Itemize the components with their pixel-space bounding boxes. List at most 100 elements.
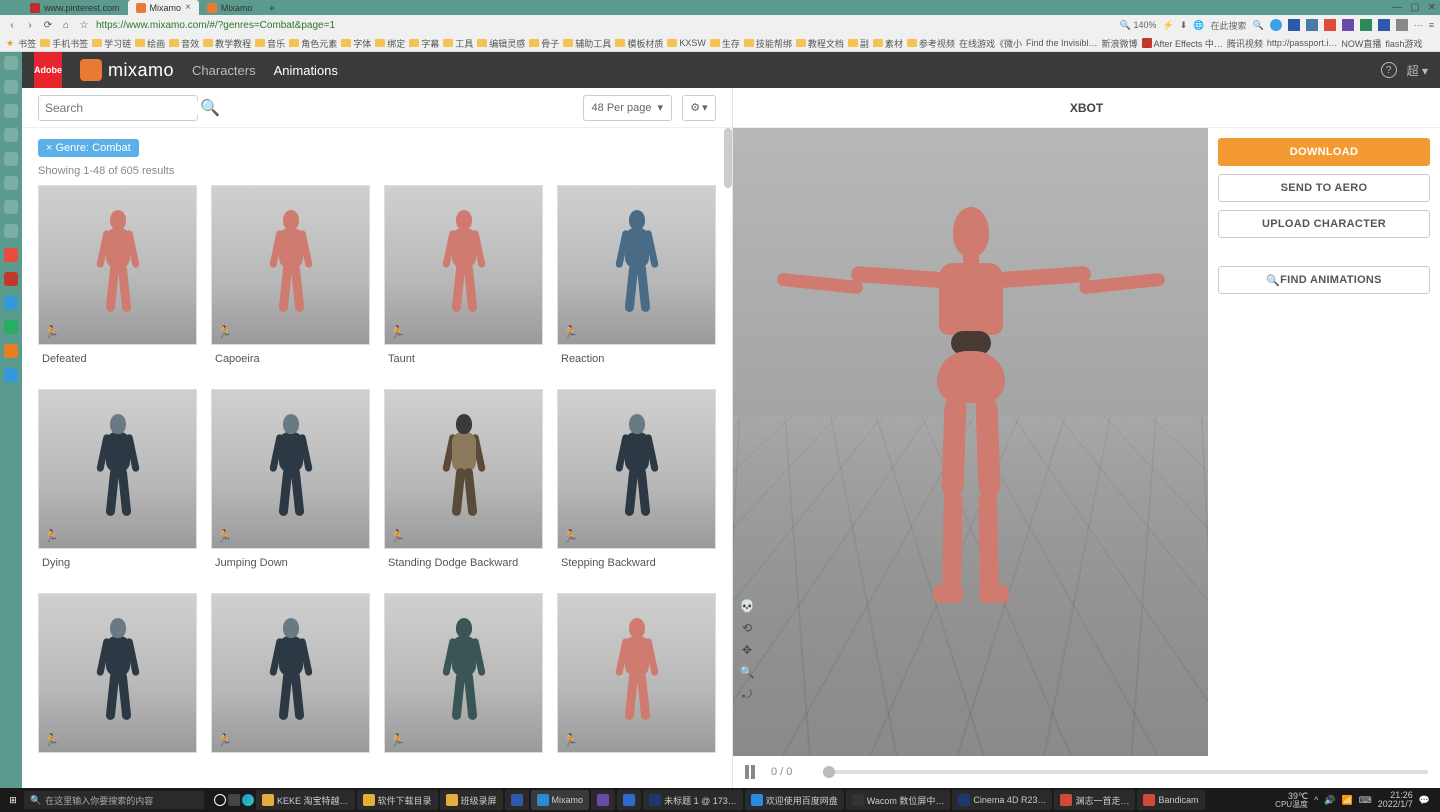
close-icon[interactable]: × <box>185 2 191 13</box>
url-text[interactable]: https://www.mixamo.com/#/?genres=Combat&… <box>96 20 335 31</box>
search-field[interactable] <box>45 101 200 115</box>
sidebar-icon[interactable] <box>4 104 18 118</box>
card-thumbnail[interactable] <box>38 593 197 753</box>
reset-icon[interactable]: ⤾ <box>739 686 755 702</box>
favorite-icon[interactable]: ☆ <box>78 19 90 31</box>
ext-icon[interactable] <box>1324 19 1336 31</box>
sidebar-icon[interactable] <box>4 344 18 358</box>
more-icon[interactable]: ⋯ <box>1414 20 1423 31</box>
bookmark-item[interactable]: 编辑灵感 <box>477 37 525 50</box>
pan-icon[interactable]: ✥ <box>739 642 755 658</box>
animation-card[interactable]: Dying <box>38 389 197 579</box>
per-page-select[interactable]: 48 Per page▾ <box>583 95 672 121</box>
bookmark-item[interactable]: 模板材质 <box>615 37 663 50</box>
taskbar-item[interactable]: Mixamo <box>531 790 590 810</box>
bookmark-star-icon[interactable]: ★ <box>6 38 14 49</box>
taskbar-item[interactable]: Wacom 数位屏中… <box>846 790 951 810</box>
tray-icon[interactable]: 🔊 <box>1324 795 1335 806</box>
search-icon[interactable]: 🔍 <box>200 98 220 118</box>
tray-icon[interactable]: ⌨ <box>1359 795 1372 806</box>
browser-tab[interactable]: www.pinterest.com <box>22 0 128 15</box>
home-icon[interactable]: ⌂ <box>60 19 72 31</box>
taskbar-search[interactable]: 🔍 在这里输入你要搜索的内容 <box>24 791 204 809</box>
bookmark-item[interactable]: 骨子 <box>529 37 559 50</box>
ext-icon[interactable] <box>1360 19 1372 31</box>
taskbar-item[interactable] <box>591 790 615 810</box>
help-icon[interactable]: ? <box>1381 62 1397 78</box>
edge-icon[interactable] <box>242 794 254 806</box>
find-animations-button[interactable]: 🔍 FIND ANIMATIONS <box>1218 266 1430 294</box>
sidebar-icon[interactable] <box>4 248 18 262</box>
animation-card[interactable]: Capoeira <box>211 185 370 375</box>
cortana-icon[interactable] <box>214 794 226 806</box>
sidebar-icon[interactable] <box>4 272 18 286</box>
bookmark-item[interactable]: 手机书签 <box>40 37 88 50</box>
bookmark-item[interactable]: 技能帮绑 <box>744 37 792 50</box>
taskbar-item[interactable]: Bandicam <box>1137 790 1204 810</box>
animation-card[interactable]: Stepping Backward <box>557 389 716 579</box>
bookmark-item[interactable]: flash游戏 <box>1385 37 1422 50</box>
download-icon[interactable]: ⬇ <box>1180 20 1188 31</box>
taskbar-item[interactable]: 软件下载目录 <box>357 790 438 810</box>
ext-icon[interactable] <box>1342 19 1354 31</box>
bookmark-item[interactable]: 绘画 <box>135 37 165 50</box>
bookmark-item[interactable]: 腾讯视频 <box>1227 37 1263 50</box>
bookmark-item[interactable]: 教学教程 <box>203 37 251 50</box>
bookmark-item[interactable]: 角色元素 <box>289 37 337 50</box>
send-to-aero-button[interactable]: SEND TO AERO <box>1218 174 1430 202</box>
adobe-logo[interactable]: Adobe <box>34 52 62 88</box>
bookmark-item[interactable]: 音效 <box>169 37 199 50</box>
bookmark-item[interactable]: 教程文档 <box>796 37 844 50</box>
card-thumbnail[interactable] <box>557 389 716 549</box>
bookmark-item[interactable]: 书签 <box>18 37 36 50</box>
taskbar-item[interactable]: 欢迎使用百度网盘 <box>745 790 844 810</box>
bookmark-item[interactable]: 生存 <box>710 37 740 50</box>
card-thumbnail[interactable] <box>211 593 370 753</box>
forward-icon[interactable]: › <box>24 19 36 31</box>
tray-temp[interactable]: 39℃CPU温度 <box>1275 792 1308 809</box>
sidebar-icon[interactable] <box>4 128 18 142</box>
back-icon[interactable]: ‹ <box>6 19 18 31</box>
animation-card[interactable]: Reaction <box>557 185 716 375</box>
taskbar-item[interactable]: 班级录屏 <box>440 790 503 810</box>
search-icon[interactable]: 🔍 <box>1253 20 1264 31</box>
taskbar-item[interactable]: KEKE 淘宝特越… <box>256 790 355 810</box>
new-tab-button[interactable]: + <box>260 1 283 15</box>
ext-icon[interactable] <box>1288 19 1300 31</box>
ext-icon[interactable] <box>1396 19 1408 31</box>
bookmark-item[interactable]: 字体 <box>341 37 371 50</box>
card-thumbnail[interactable] <box>384 185 543 345</box>
animation-card[interactable]: Taunt <box>384 185 543 375</box>
tray-chevron-icon[interactable]: ^ <box>1314 795 1318 805</box>
bookmark-item[interactable]: 辅助工具 <box>563 37 611 50</box>
skull-icon[interactable]: 💀 <box>739 598 755 614</box>
bookmark-item[interactable]: NOW直播 <box>1341 37 1381 50</box>
taskbar-item[interactable]: Cinema 4D R23… <box>952 790 1052 810</box>
card-thumbnail[interactable] <box>38 185 197 345</box>
timeline-slider[interactable] <box>823 770 1428 774</box>
settings-button[interactable]: ⚙▾ <box>682 95 716 121</box>
bookmark-item[interactable]: After Effects 中… <box>1142 37 1223 50</box>
pause-button[interactable] <box>745 765 759 779</box>
bookmark-item[interactable]: Find the Invisibl… <box>1026 38 1098 48</box>
card-thumbnail[interactable] <box>384 593 543 753</box>
start-button[interactable]: ⊞ <box>4 791 22 809</box>
zoom-indicator[interactable]: 🔍 140% <box>1120 20 1157 31</box>
translate-icon[interactable]: 🌐 <box>1193 20 1204 31</box>
sidebar-icon[interactable] <box>4 296 18 310</box>
card-thumbnail[interactable] <box>384 389 543 549</box>
animation-card[interactable] <box>211 593 370 753</box>
ext-icon[interactable] <box>1378 19 1390 31</box>
taskbar-item[interactable]: 渊志一首走… <box>1054 790 1135 810</box>
scrollbar[interactable] <box>724 128 732 188</box>
download-button[interactable]: DOWNLOAD <box>1218 138 1430 166</box>
browser-tab[interactable]: Mixamo <box>199 0 261 15</box>
taskview-icon[interactable] <box>228 794 240 806</box>
sidebar-icon[interactable] <box>4 56 18 70</box>
animation-card[interactable]: Jumping Down <box>211 389 370 579</box>
close-icon[interactable]: ✕ <box>1428 2 1436 13</box>
browser-tab-active[interactable]: Mixamo× <box>128 0 199 15</box>
search-here[interactable]: 在此搜索 <box>1211 19 1247 32</box>
bookmark-item[interactable]: 副 <box>848 37 869 50</box>
card-thumbnail[interactable] <box>211 185 370 345</box>
